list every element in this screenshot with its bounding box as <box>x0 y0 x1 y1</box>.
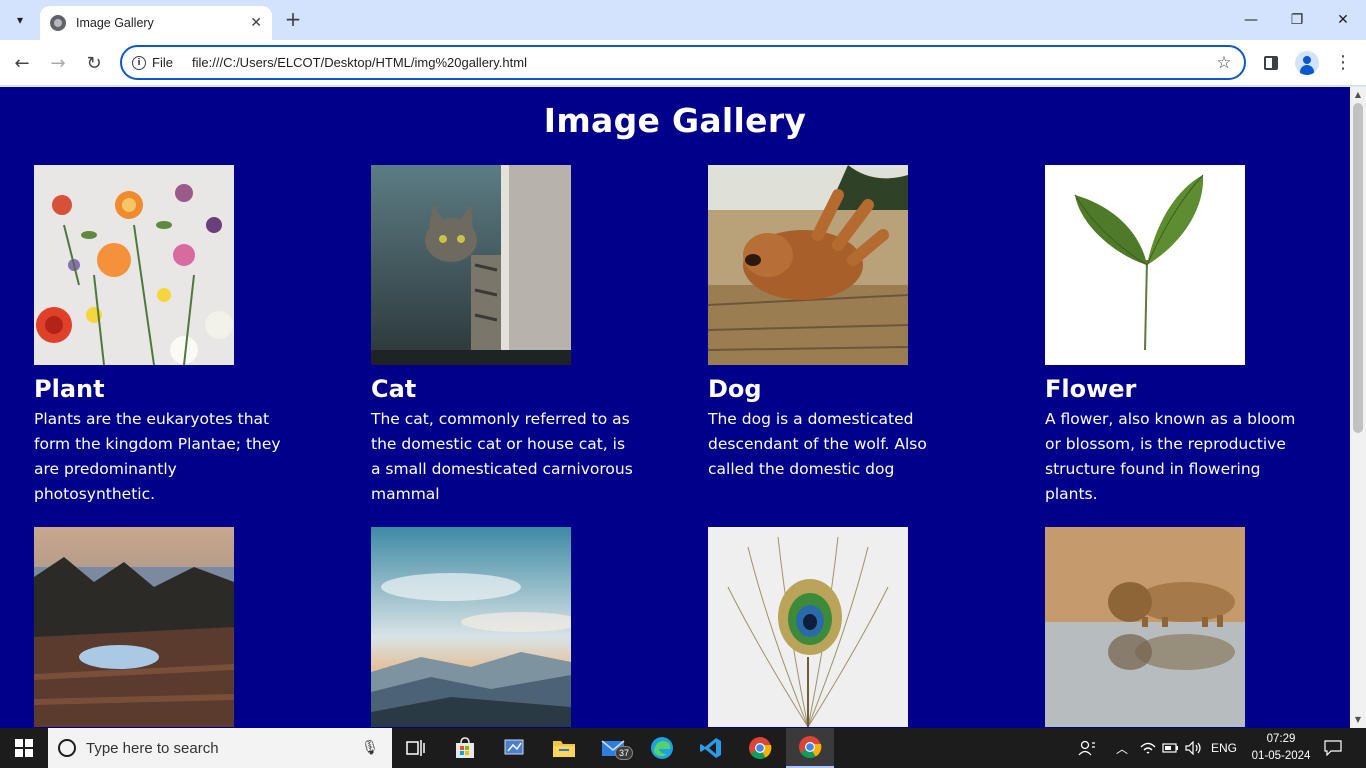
bookmark-star-icon[interactable]: ☆ <box>1210 53 1238 73</box>
tab-search-chevron-icon[interactable]: ▾ <box>8 8 32 32</box>
chrome-icon <box>799 736 822 758</box>
system-clock[interactable]: 07:29 01-05-2024 <box>1248 728 1314 768</box>
info-icon[interactable]: i <box>132 55 146 70</box>
mail-unread-badge: 37 <box>615 746 634 760</box>
people-icon[interactable] <box>1074 728 1100 768</box>
flower-image <box>1045 165 1245 365</box>
search-icon <box>58 739 76 757</box>
card-title: Flower <box>1045 375 1137 403</box>
restore-button[interactable]: ❐ <box>1274 0 1320 40</box>
vscode-button[interactable] <box>687 728 735 768</box>
notifications-icon[interactable] <box>1320 728 1346 768</box>
wifi-icon[interactable] <box>1138 728 1158 768</box>
chrome-active-window-button[interactable] <box>786 728 834 768</box>
gallery-card-plant: Plant Plants are the eukaryotes that for… <box>34 165 314 507</box>
gallery-card-lion <box>1045 527 1325 728</box>
profile-avatar-icon <box>1295 51 1319 75</box>
lake-sunset-image <box>34 527 234 727</box>
forward-arrow-icon[interactable]: → <box>44 49 72 77</box>
new-tab-button[interactable]: + <box>282 9 304 31</box>
cat-image <box>371 165 571 365</box>
show-hidden-icons-chevron-icon[interactable]: ︿ <box>1112 728 1132 768</box>
card-description: A flower, also known as a bloom or bloss… <box>1045 410 1296 503</box>
gallery-card-cat: Cat The cat, commonly referred to as the… <box>371 165 651 507</box>
page-viewport: Image Gallery Plant Plants are the eukar… <box>0 87 1350 728</box>
file-explorer-button[interactable] <box>540 728 588 768</box>
taskbar-search-box[interactable]: Type here to search 🎙 <box>48 728 392 768</box>
mountain-sky-image <box>371 527 571 727</box>
back-arrow-icon[interactable]: ← <box>8 49 36 77</box>
side-panel-icon <box>1264 56 1278 70</box>
tab-title: Image Gallery <box>76 16 154 30</box>
card-description: Plants are the eukaryotes that form the … <box>34 410 281 503</box>
window-close-button[interactable]: ✕ <box>1320 0 1366 40</box>
chrome-button[interactable] <box>736 728 784 768</box>
control-panel-icon <box>504 739 524 755</box>
input-language[interactable]: ENG <box>1206 728 1242 768</box>
menu-kebab-button[interactable]: ⋮ <box>1330 50 1356 76</box>
battery-icon[interactable] <box>1160 728 1182 768</box>
search-placeholder: Type here to search <box>86 739 219 757</box>
browser-tab[interactable]: Image Gallery ✕ <box>40 6 272 40</box>
start-button[interactable] <box>0 728 48 768</box>
gallery-card-mountain <box>371 527 651 728</box>
vscode-icon <box>700 738 721 758</box>
scroll-down-arrow-icon[interactable]: ▼ <box>1350 712 1366 728</box>
store-icon <box>456 737 474 758</box>
scroll-thumb[interactable] <box>1353 103 1363 433</box>
lion-drinking-image <box>1045 527 1245 727</box>
minimize-button[interactable]: — <box>1228 0 1274 40</box>
clock-time: 07:29 <box>1266 733 1296 745</box>
scroll-up-arrow-icon[interactable]: ▲ <box>1350 87 1366 103</box>
task-view-icon <box>406 740 425 756</box>
kebab-icon: ⋮ <box>1334 52 1352 73</box>
peacock-feather-image <box>708 527 908 727</box>
profile-button[interactable] <box>1294 50 1320 76</box>
chrome-icon <box>749 737 772 759</box>
plant-image <box>34 165 234 365</box>
card-title: Cat <box>371 375 417 403</box>
folder-icon <box>553 741 575 757</box>
gallery-card-lake <box>34 527 314 728</box>
vertical-scrollbar[interactable]: ▲ ▼ <box>1350 87 1366 728</box>
dog-image <box>708 165 908 365</box>
card-description: The cat, commonly referred to as the dom… <box>371 410 633 503</box>
side-panel-button[interactable] <box>1258 50 1284 76</box>
edge-button[interactable] <box>638 728 686 768</box>
microsoft-store-button[interactable] <box>441 728 489 768</box>
browser-toolbar: ← → ↻ i File file:///C:/Users/ELCOT/Desk… <box>0 40 1366 86</box>
url-text[interactable]: file:///C:/Users/ELCOT/Desktop/HTML/img%… <box>192 55 1210 70</box>
url-scheme-label: File <box>152 55 173 70</box>
microphone-icon[interactable]: 🎙 <box>360 740 380 756</box>
windows-logo-icon <box>15 739 33 757</box>
clock-date: 01-05-2024 <box>1251 750 1311 762</box>
volume-icon[interactable] <box>1184 728 1204 768</box>
task-view-button[interactable] <box>392 728 440 768</box>
reload-icon[interactable]: ↻ <box>80 49 108 77</box>
windows-taskbar: Type here to search 🎙 37 ︿ ENG 07:29 01-… <box>0 728 1366 768</box>
globe-icon <box>50 15 66 31</box>
mail-button[interactable]: 37 <box>589 728 637 768</box>
gallery-card-dog: Dog The dog is a domesticated descendant… <box>708 165 988 482</box>
control-panel-button[interactable] <box>490 728 538 768</box>
edge-icon <box>651 737 673 759</box>
browser-tab-strip: ▾ Image Gallery ✕ + — ❐ ✕ <box>0 0 1366 40</box>
card-description: The dog is a domesticated descendant of … <box>708 410 927 478</box>
card-title: Dog <box>708 375 762 403</box>
page-title: Image Gallery <box>543 101 807 140</box>
gallery-card-flower: Flower A flower, also known as a bloom o… <box>1045 165 1325 507</box>
close-tab-icon[interactable]: ✕ <box>250 15 262 31</box>
address-bar[interactable]: i File file:///C:/Users/ELCOT/Desktop/HT… <box>120 45 1246 80</box>
card-title: Plant <box>34 375 105 403</box>
gallery-card-peacock <box>708 527 988 728</box>
